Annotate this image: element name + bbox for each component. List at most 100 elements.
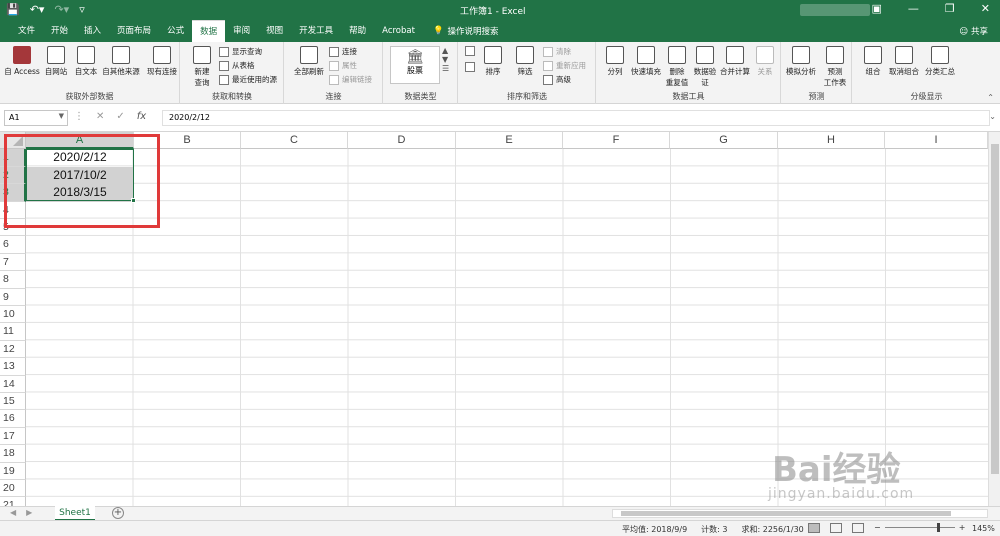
relationships-button[interactable]: 关系 (751, 46, 779, 77)
name-box[interactable]: A1 ▼ (4, 110, 68, 126)
tab-review[interactable]: 审阅 (225, 20, 258, 42)
ungroup-button[interactable]: 取消组合 (887, 46, 921, 77)
row-header-19[interactable]: 19 (0, 462, 26, 480)
row-header-9[interactable]: 9 (0, 288, 26, 306)
stocks-gallery-item[interactable]: 🏛 股票 (390, 46, 440, 84)
row-header-6[interactable]: 6 (0, 236, 26, 254)
row-header-3[interactable]: 3 (0, 184, 26, 202)
row-header-20[interactable]: 20 (0, 480, 26, 498)
tell-me-search[interactable]: 💡 操作说明搜索 (433, 25, 499, 37)
select-all-corner[interactable] (0, 132, 26, 149)
more-icon[interactable]: ⋮ (74, 111, 84, 122)
customize-qat-icon[interactable]: ▿ (79, 3, 85, 16)
column-header-b[interactable]: B (134, 132, 241, 149)
sort-az-button[interactable] (465, 46, 475, 56)
group-button[interactable]: 组合 (859, 46, 887, 77)
prev-sheet-icon[interactable]: ◀ (10, 508, 16, 517)
row-header-7[interactable]: 7 (0, 253, 26, 272)
remove-duplicates-button[interactable]: 删除 重复值 (663, 46, 691, 88)
zoom-slider-knob[interactable] (936, 523, 940, 532)
connections-button[interactable]: 连接 (329, 46, 357, 57)
redo-icon[interactable]: ↷▾ (54, 3, 69, 16)
tab-home[interactable]: 开始 (43, 20, 76, 42)
vertical-scroll-thumb[interactable] (991, 144, 999, 474)
minimize-icon[interactable]: — (908, 2, 919, 15)
row-header-8[interactable]: 8 (0, 271, 26, 289)
refresh-all-button[interactable]: 全部刷新 (291, 46, 327, 77)
forecast-sheet-button[interactable]: 预测 工作表 (820, 46, 850, 88)
restore-icon[interactable]: ❐ (945, 2, 955, 15)
text-to-columns-button[interactable]: 分列 (601, 46, 629, 77)
undo-icon[interactable]: ↶▾ (30, 3, 45, 16)
tab-file[interactable]: 文件 (10, 20, 43, 42)
existing-connections-button[interactable]: 现有连接 (144, 46, 180, 77)
from-text-button[interactable]: 自文本 (72, 46, 100, 77)
worksheet-grid[interactable]: A B C D E F G H I 1 2 3 4 5 6 7 8 9 10 1… (0, 132, 988, 506)
row-header-16[interactable]: 16 (0, 410, 26, 428)
column-header-c[interactable]: C (241, 132, 348, 149)
horizontal-scroll-thumb[interactable] (621, 511, 951, 516)
tab-page-layout[interactable]: 页面布局 (109, 20, 159, 42)
new-query-button[interactable]: 新建 查询 (187, 46, 217, 88)
show-queries-button[interactable]: 显示查询 (219, 46, 262, 57)
zoom-level[interactable]: 145% (972, 524, 995, 533)
column-header-g[interactable]: G (670, 132, 778, 149)
cell-a1[interactable]: 2020/2/12 (26, 149, 134, 166)
filter-button[interactable]: 筛选 (511, 46, 539, 77)
page-break-view-icon[interactable] (852, 523, 864, 533)
cell-a3[interactable]: 2018/3/15 (26, 184, 134, 202)
vertical-scrollbar[interactable] (988, 132, 1000, 506)
from-other-sources-button[interactable]: 自其他来源 (100, 46, 142, 77)
sort-button[interactable]: 排序 (479, 46, 507, 77)
ribbon-display-icon[interactable]: ▣ (872, 2, 882, 15)
save-icon[interactable]: 💾 (6, 3, 20, 16)
row-header-10[interactable]: 10 (0, 306, 26, 324)
row-header-13[interactable]: 13 (0, 358, 26, 376)
edit-links-button[interactable]: 编辑链接 (329, 74, 372, 85)
tab-insert[interactable]: 插入 (76, 20, 109, 42)
properties-button[interactable]: 属性 (329, 60, 357, 71)
account-name[interactable] (800, 4, 870, 16)
collapse-ribbon-icon[interactable]: ⌃ (987, 93, 994, 102)
subtotal-button[interactable]: 分类汇总 (923, 46, 957, 77)
data-validation-button[interactable]: 数据验 证 (691, 46, 719, 88)
from-table-button[interactable]: 从表格 (219, 60, 255, 71)
tab-help[interactable]: 帮助 (341, 20, 374, 42)
column-header-h[interactable]: H (778, 132, 885, 149)
expand-formula-bar-icon[interactable]: ⌄ (989, 112, 996, 121)
name-box-dropdown-icon[interactable]: ▼ (59, 112, 64, 120)
what-if-analysis-button[interactable]: 模拟分析 (784, 46, 818, 77)
zoom-slider[interactable] (884, 523, 955, 532)
cell-a2[interactable]: 2017/10/2 (26, 166, 134, 185)
share-button[interactable]: ☺ 共享 (959, 25, 988, 37)
column-header-d[interactable]: D (348, 132, 456, 149)
next-sheet-icon[interactable]: ▶ (26, 508, 32, 517)
sort-za-button[interactable] (465, 62, 475, 72)
gallery-scroll-icon[interactable]: ▲ ▼ ☰ (442, 46, 449, 73)
reapply-button[interactable]: 重新应用 (543, 60, 586, 71)
consolidate-button[interactable]: 合并计算 (719, 46, 751, 77)
horizontal-scrollbar[interactable] (612, 509, 988, 518)
cancel-formula-icon[interactable]: ✕ (96, 111, 104, 122)
insert-function-icon[interactable]: fx (137, 111, 146, 122)
row-header-12[interactable]: 12 (0, 340, 26, 359)
normal-view-icon[interactable] (808, 523, 820, 533)
flash-fill-button[interactable]: 快速填充 (629, 46, 663, 77)
zoom-in-icon[interactable]: + (959, 523, 966, 532)
tab-acrobat[interactable]: Acrobat (374, 20, 423, 42)
from-access-button[interactable]: 自 Access (4, 46, 40, 77)
column-header-a[interactable]: A (26, 132, 134, 149)
tab-data[interactable]: 数据 (192, 20, 226, 42)
formula-input[interactable]: 2020/2/12 (162, 110, 990, 126)
row-header-18[interactable]: 18 (0, 445, 26, 463)
row-header-17[interactable]: 17 (0, 427, 26, 446)
row-header-15[interactable]: 15 (0, 393, 26, 411)
advanced-filter-button[interactable]: 高级 (543, 74, 571, 85)
column-header-f[interactable]: F (563, 132, 670, 149)
tab-view[interactable]: 视图 (258, 20, 291, 42)
row-header-5[interactable]: 5 (0, 219, 26, 237)
tab-developer[interactable]: 开发工具 (291, 20, 341, 42)
zoom-out-icon[interactable]: − (874, 523, 881, 532)
from-web-button[interactable]: 自网站 (42, 46, 70, 77)
row-header-2[interactable]: 2 (0, 166, 26, 185)
